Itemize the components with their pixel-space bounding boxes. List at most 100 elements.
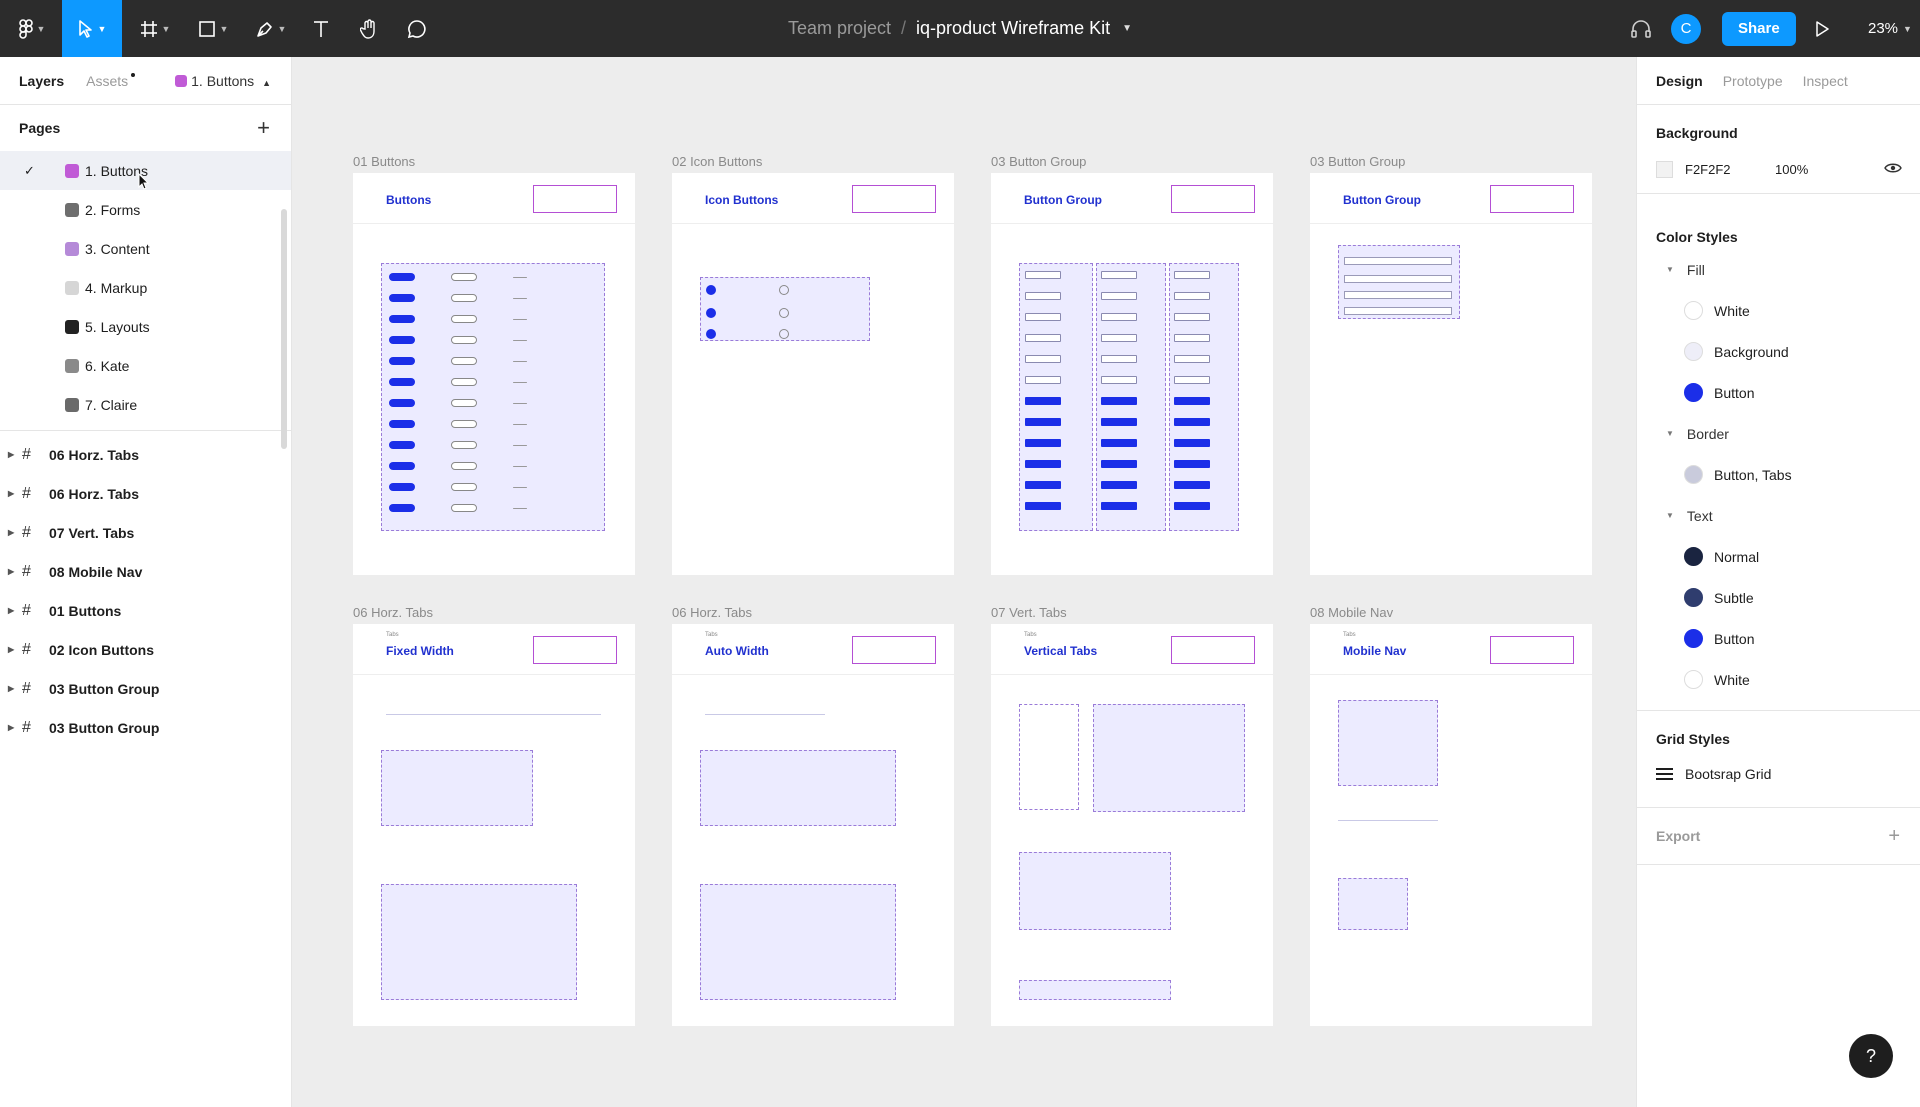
- frame-fixed-width-tabs[interactable]: Tabs Fixed Width: [353, 624, 635, 1026]
- present-button[interactable]: [1815, 0, 1829, 57]
- frame-label[interactable]: 03 Button Group: [1310, 154, 1405, 169]
- frame-label[interactable]: 06 Horz. Tabs: [353, 605, 433, 620]
- tab-row: [386, 714, 601, 715]
- export-row[interactable]: Export +: [1637, 808, 1920, 864]
- style-group-text[interactable]: ▼ Text: [1637, 495, 1920, 536]
- comment-tool-button[interactable]: [402, 0, 432, 57]
- add-export-icon[interactable]: +: [1888, 825, 1900, 848]
- grid-style-item[interactable]: Bootsrap Grid: [1637, 751, 1920, 797]
- text-tool-button[interactable]: [306, 0, 336, 57]
- layer-item[interactable]: ▶ #03 Button Group: [0, 669, 291, 708]
- color-style-item[interactable]: White: [1637, 290, 1920, 331]
- export-section: Export +: [1637, 808, 1920, 865]
- chevron-down-icon[interactable]: ▼: [1122, 23, 1132, 34]
- page-item-kate[interactable]: 6. Kate: [0, 346, 291, 385]
- single-mobile-tabs: [1338, 878, 1408, 930]
- color-style-item[interactable]: Button: [1637, 618, 1920, 659]
- zoom-dropdown[interactable]: 23% ▼: [1868, 0, 1912, 57]
- frame-button-group-2[interactable]: Button Group: [1310, 173, 1592, 575]
- hand-tool-button[interactable]: [354, 0, 384, 57]
- background-fill-row[interactable]: F2F2F2 100%: [1637, 145, 1920, 193]
- user-avatar[interactable]: C: [1671, 0, 1701, 57]
- layer-item[interactable]: ▶ #07 Vert. Tabs: [0, 513, 291, 552]
- page-item-content[interactable]: 3. Content: [0, 229, 291, 268]
- background-opacity[interactable]: 100%: [1775, 162, 1808, 177]
- style-group-fill[interactable]: ▼ Fill: [1637, 249, 1920, 290]
- tab-inspect[interactable]: Inspect: [1803, 73, 1848, 89]
- frame-mobile-nav[interactable]: Tabs Mobile Nav: [1310, 624, 1592, 1026]
- button-sample: [513, 487, 527, 488]
- add-page-icon[interactable]: +: [257, 115, 270, 141]
- share-button[interactable]: Share: [1722, 11, 1796, 46]
- page-item-markup[interactable]: 4. Markup: [0, 268, 291, 307]
- team-name-link[interactable]: Team project: [788, 18, 891, 39]
- frame-label[interactable]: 06 Horz. Tabs: [672, 605, 752, 620]
- file-name[interactable]: iq-product Wireframe Kit: [916, 18, 1110, 39]
- expand-triangle-icon[interactable]: ▶: [8, 606, 14, 615]
- color-styles-section: Color Styles ▼ Fill White Background Butt…: [1637, 194, 1920, 711]
- layer-item[interactable]: ▶ #03 Button Group: [0, 708, 291, 747]
- canvas[interactable]: 01 Buttons Buttons 02 Icon Buttons Icon …: [292, 57, 1636, 1107]
- layer-item[interactable]: ▶ #06 Horz. Tabs: [0, 435, 291, 474]
- frame-label[interactable]: 08 Mobile Nav: [1310, 605, 1393, 620]
- audio-button[interactable]: [1630, 0, 1652, 57]
- speech-bubble-icon: [65, 280, 79, 295]
- page-item-claire[interactable]: 7. Claire: [0, 385, 291, 424]
- shape-tool-button[interactable]: ▼: [190, 0, 236, 57]
- tab-layers[interactable]: Layers: [19, 73, 64, 89]
- layer-item[interactable]: ▶ #08 Mobile Nav: [0, 552, 291, 591]
- frame-header: Tabs Auto Width: [672, 624, 954, 675]
- frame-buttons[interactable]: Buttons: [353, 173, 635, 575]
- frame-hash-icon: #: [22, 523, 31, 541]
- monitor-icon: [65, 319, 79, 334]
- frame-label[interactable]: 03 Button Group: [991, 154, 1086, 169]
- share-button-wrap: Share: [1722, 0, 1796, 57]
- tab-assets[interactable]: Assets: [86, 72, 136, 89]
- move-tool-button[interactable]: ▼: [62, 0, 122, 57]
- eye-icon[interactable]: [1884, 162, 1902, 177]
- main-menu-button[interactable]: ▼: [10, 0, 54, 57]
- layer-item[interactable]: ▶ #01 Buttons: [0, 591, 291, 630]
- tab-design[interactable]: Design: [1656, 73, 1703, 89]
- expand-triangle-icon[interactable]: ▶: [8, 528, 14, 537]
- layer-item[interactable]: ▶ #02 Icon Buttons: [0, 630, 291, 669]
- vertical-tab-samples: [1093, 704, 1245, 812]
- grid-style-label: Bootsrap Grid: [1685, 766, 1772, 782]
- expand-triangle-icon[interactable]: ▶: [8, 489, 14, 498]
- pen-tool-button[interactable]: ▼: [248, 0, 294, 57]
- frame-label[interactable]: 01 Buttons: [353, 154, 415, 169]
- layer-item[interactable]: ▶ #06 Horz. Tabs: [0, 474, 291, 513]
- page-item-layouts[interactable]: 5. Layouts: [0, 307, 291, 346]
- expand-triangle-icon[interactable]: ▶: [8, 723, 14, 732]
- page-selector[interactable]: 1. Buttons ▲: [175, 73, 271, 89]
- frame-button-group[interactable]: Button Group: [991, 173, 1273, 575]
- color-style-item[interactable]: White: [1637, 659, 1920, 700]
- tab-prototype[interactable]: Prototype: [1723, 73, 1783, 89]
- frame-vertical-tabs[interactable]: Tabs Vertical Tabs: [991, 624, 1273, 1026]
- expand-triangle-icon[interactable]: ▶: [8, 684, 14, 693]
- frame-label[interactable]: 07 Vert. Tabs: [991, 605, 1067, 620]
- sidebar-tabs: Layers Assets 1. Buttons ▲: [0, 57, 291, 105]
- unread-dot: [131, 72, 136, 77]
- frame-label[interactable]: 02 Icon Buttons: [672, 154, 762, 169]
- background-hex[interactable]: F2F2F2: [1685, 162, 1775, 177]
- page-selector-label: 1. Buttons: [191, 72, 255, 89]
- expand-triangle-icon[interactable]: ▶: [8, 645, 14, 654]
- color-style-item[interactable]: Button, Tabs: [1637, 454, 1920, 495]
- frame-title: Button Group: [1024, 193, 1102, 207]
- frame-auto-width-tabs[interactable]: Tabs Auto Width: [672, 624, 954, 1026]
- button-samples: [381, 263, 605, 531]
- expand-triangle-icon[interactable]: ▶: [8, 450, 14, 459]
- background-swatch[interactable]: [1656, 160, 1673, 178]
- color-style-item[interactable]: Background: [1637, 331, 1920, 372]
- color-style-item[interactable]: Subtle: [1637, 577, 1920, 618]
- frame-icon-buttons[interactable]: Icon Buttons: [672, 173, 954, 575]
- color-style-item[interactable]: Button: [1637, 372, 1920, 413]
- color-style-item[interactable]: Normal: [1637, 536, 1920, 577]
- help-button[interactable]: ?: [1849, 1034, 1893, 1078]
- expand-triangle-icon[interactable]: ▶: [8, 567, 14, 576]
- frame-tool-button[interactable]: ▼: [132, 0, 178, 57]
- style-group-border[interactable]: ▼ Border: [1637, 413, 1920, 454]
- button-group-sample: [1025, 334, 1061, 342]
- figma-logo-icon: [18, 18, 33, 39]
